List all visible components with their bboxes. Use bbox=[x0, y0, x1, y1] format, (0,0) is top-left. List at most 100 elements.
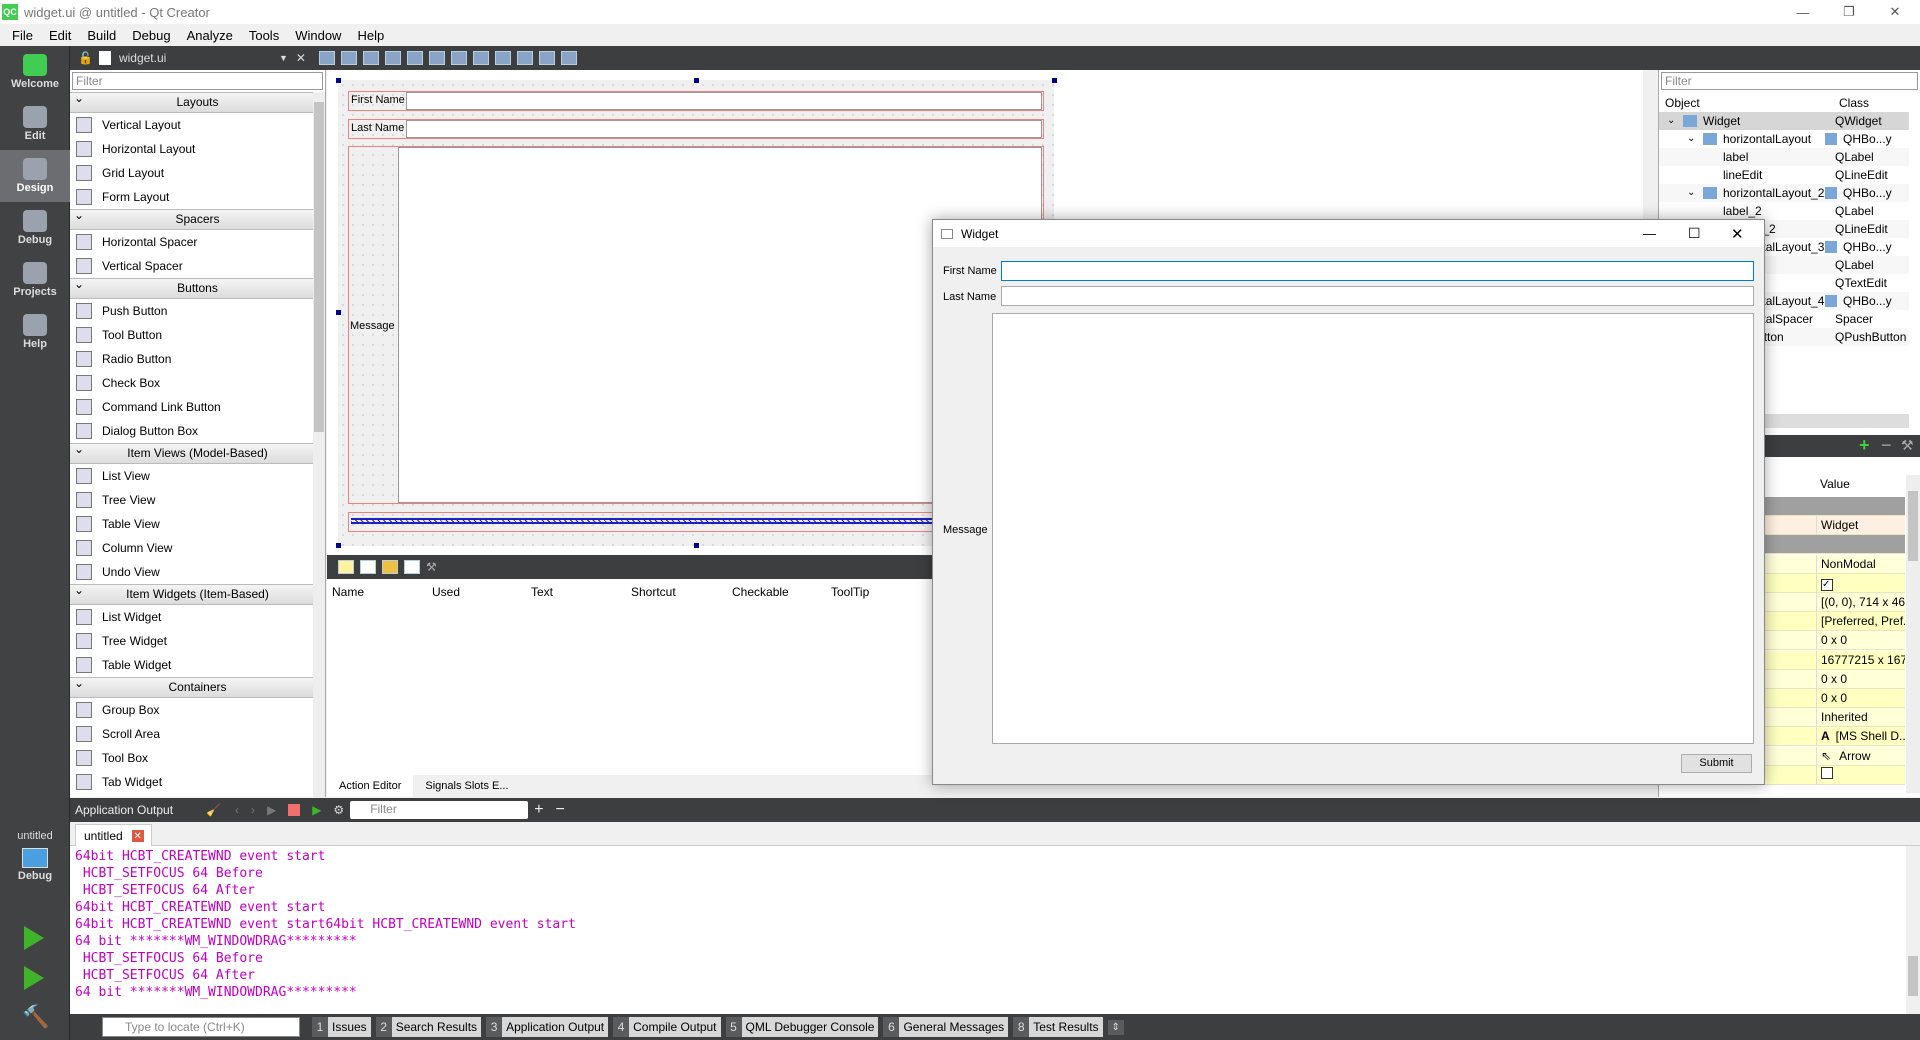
pane-test-results[interactable]: 8 Test Results bbox=[1013, 1017, 1103, 1037]
widget-filter-input[interactable]: Filter bbox=[72, 72, 323, 90]
category-layouts[interactable]: Layouts bbox=[70, 89, 325, 113]
locator-input[interactable]: Type to locate (Ctrl+K) bbox=[102, 1017, 300, 1037]
widget-table-widget[interactable]: Table Widget bbox=[70, 653, 325, 677]
tab-signals-slots-editor[interactable]: Signals Slots E... bbox=[413, 775, 520, 797]
close-button[interactable]: ✕ bbox=[1872, 0, 1918, 24]
widget-tool-box[interactable]: Tool Box bbox=[70, 746, 325, 770]
mode-debug[interactable]: Debug bbox=[0, 202, 70, 254]
chevron-down-icon[interactable]: ⌄ bbox=[1667, 112, 1675, 130]
property-value[interactable]: Widget bbox=[1816, 516, 1905, 536]
widget-grid-layout[interactable]: Grid Layout bbox=[70, 161, 325, 185]
property-value[interactable]: 0 x 0 bbox=[1816, 689, 1905, 708]
object-row[interactable]: ⌄ horizontalLayout_2 QHBo...y bbox=[1659, 184, 1909, 202]
layout-horizontal-icon[interactable] bbox=[406, 51, 423, 65]
edit-widgets-icon[interactable] bbox=[318, 51, 335, 65]
last-name-label[interactable]: Last Name bbox=[351, 122, 404, 134]
col-object[interactable]: Object bbox=[1665, 96, 1700, 110]
configure-wrench-icon[interactable]: ⚒ bbox=[1901, 437, 1914, 454]
rerun-icon[interactable]: ▶ bbox=[267, 803, 276, 817]
adjust-size-icon[interactable] bbox=[560, 51, 577, 65]
add-property-icon[interactable]: + bbox=[1859, 435, 1870, 456]
mode-projects[interactable]: Projects bbox=[0, 254, 70, 306]
property-value[interactable]: NonModal bbox=[1816, 554, 1905, 574]
category-spacers[interactable]: Spacers bbox=[70, 206, 325, 230]
menu-window[interactable]: Window bbox=[287, 28, 349, 43]
paste-action-icon[interactable] bbox=[382, 560, 398, 574]
chevron-down-icon[interactable]: ⌄ bbox=[1687, 130, 1695, 148]
mode-welcome[interactable]: Welcome bbox=[0, 46, 70, 98]
new-action-icon[interactable] bbox=[338, 560, 354, 574]
minimize-button[interactable]: — bbox=[1643, 226, 1656, 241]
widget-stacked-widget[interactable]: Stacked Widget bbox=[70, 794, 325, 797]
widget-table-view[interactable]: Table View bbox=[70, 512, 325, 536]
output-filter-input[interactable]: Filter bbox=[350, 801, 529, 819]
edit-tab-order-icon[interactable] bbox=[384, 51, 401, 65]
widget-group-box[interactable]: Group Box bbox=[70, 698, 325, 722]
break-layout-icon[interactable] bbox=[538, 51, 555, 65]
object-row[interactable]: ⌄ Widget QWidget bbox=[1659, 112, 1909, 130]
pane-compile-output[interactable]: 4 Compile Output bbox=[613, 1017, 721, 1037]
more-panes-icon[interactable]: ⇕ bbox=[1107, 1019, 1124, 1035]
property-value[interactable]: 0 x 0 bbox=[1816, 631, 1905, 651]
run-button[interactable] bbox=[24, 926, 44, 950]
property-value[interactable]: A [MS Shell D... bbox=[1816, 727, 1905, 747]
last-name-line-edit[interactable] bbox=[406, 120, 1042, 138]
submit-button[interactable]: Submit bbox=[1681, 754, 1752, 773]
col-text[interactable]: Text bbox=[531, 585, 553, 599]
close-button[interactable]: ✕ bbox=[1731, 225, 1744, 243]
edit-buddies-icon[interactable] bbox=[362, 51, 379, 65]
layout-grid-icon[interactable] bbox=[516, 51, 533, 65]
widget-tree-widget[interactable]: Tree Widget bbox=[70, 629, 325, 653]
checkbox-checked-icon[interactable]: ✓ bbox=[1821, 578, 1833, 591]
widget-list-widget[interactable]: List Widget bbox=[70, 605, 325, 629]
resize-handle[interactable] bbox=[336, 310, 341, 315]
maximize-button[interactable]: ☐ bbox=[1688, 225, 1701, 242]
col-tooltip[interactable]: ToolTip bbox=[831, 585, 869, 599]
property-value[interactable]: [(0, 0), 714 x 464] bbox=[1816, 593, 1905, 612]
property-scrollbar[interactable] bbox=[1906, 475, 1920, 793]
stop-icon[interactable] bbox=[288, 804, 301, 816]
col-name[interactable]: Name bbox=[332, 585, 364, 599]
kit-selector[interactable]: untitled Debug bbox=[0, 830, 70, 882]
property-value[interactable]: Inherited bbox=[1816, 708, 1905, 728]
widget-horizontal-spacer[interactable]: Horizontal Spacer bbox=[70, 230, 325, 254]
configure-wrench-icon[interactable]: ⚒ bbox=[426, 560, 442, 574]
property-value[interactable]: ✓ bbox=[1816, 573, 1905, 593]
delete-action-icon[interactable] bbox=[404, 560, 420, 574]
settings-gear-icon[interactable]: ⚙ bbox=[333, 803, 344, 817]
property-value[interactable]: 0 x 0 bbox=[1816, 669, 1905, 689]
widget-vertical-layout[interactable]: Vertical Layout bbox=[70, 113, 325, 137]
col-value[interactable]: Value bbox=[1820, 477, 1850, 491]
widget-form-layout[interactable]: Form Layout bbox=[70, 185, 325, 209]
category-buttons[interactable]: Buttons bbox=[70, 275, 325, 299]
zoom-in-icon[interactable]: + bbox=[534, 801, 543, 819]
chevron-down-icon[interactable]: ⌄ bbox=[1687, 184, 1695, 202]
layout-vertical-splitter-icon[interactable] bbox=[472, 51, 489, 65]
object-row[interactable]: label_2 QLabel bbox=[1659, 202, 1909, 220]
property-value[interactable]: [Preferred, Pref... bbox=[1816, 612, 1905, 632]
build-hammer-icon[interactable]: 🔨 bbox=[22, 1004, 49, 1030]
pane-general-messages[interactable]: 6 General Messages bbox=[883, 1017, 1009, 1037]
remove-property-icon[interactable]: − bbox=[1881, 435, 1892, 456]
mode-help[interactable]: Help bbox=[0, 306, 70, 358]
first-name-label[interactable]: First Name bbox=[351, 94, 405, 106]
next-icon[interactable]: › bbox=[251, 803, 255, 817]
attach-debugger-icon[interactable]: ▶ bbox=[312, 803, 321, 817]
message-textarea[interactable] bbox=[992, 313, 1754, 744]
resize-handle[interactable] bbox=[694, 78, 699, 83]
col-class[interactable]: Class bbox=[1839, 96, 1869, 110]
widget-radio-button[interactable]: Radio Button bbox=[70, 347, 325, 371]
first-name-line-edit[interactable] bbox=[406, 92, 1042, 110]
layout-horizontal-splitter-icon[interactable] bbox=[450, 51, 467, 65]
edit-signals-slots-icon[interactable] bbox=[340, 51, 357, 65]
previous-icon[interactable]: ‹ bbox=[235, 803, 239, 817]
widget-vertical-spacer[interactable]: Vertical Spacer bbox=[70, 254, 325, 278]
copy-action-icon[interactable] bbox=[360, 560, 376, 574]
resize-handle[interactable] bbox=[694, 543, 699, 548]
resize-handle[interactable] bbox=[1052, 78, 1057, 83]
pane-application-output[interactable]: 3 Application Output bbox=[486, 1017, 609, 1037]
category-containers[interactable]: Containers bbox=[70, 674, 325, 698]
menu-build[interactable]: Build bbox=[79, 28, 124, 43]
first-name-input[interactable] bbox=[1001, 261, 1754, 281]
open-file-name[interactable]: widget.ui bbox=[119, 51, 279, 65]
